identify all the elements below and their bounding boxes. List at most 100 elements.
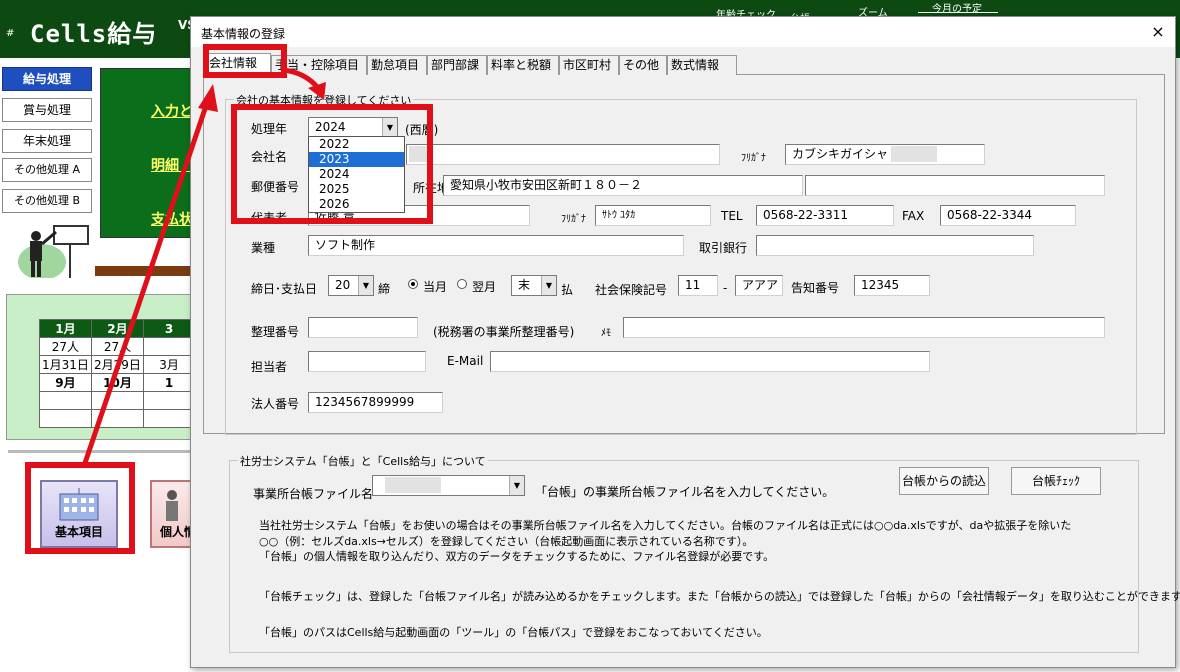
- calendar-cell: [90, 391, 145, 410]
- calendar-cell: [143, 409, 195, 428]
- industry-field[interactable]: ソフト制作: [308, 235, 684, 256]
- rep-furigana-label: ﾌﾘｶﾞﾅ: [561, 214, 586, 225]
- input-link[interactable]: 入力と: [151, 101, 195, 121]
- presenter-illustration-icon: [18, 225, 89, 278]
- calendar-cell: 3月: [143, 355, 195, 374]
- daicho-frame-title: 社労士システム「台帳」と「Cells給与」について: [238, 453, 488, 469]
- tab-rates-tax[interactable]: 料率と税額: [487, 55, 559, 75]
- company-name-field[interactable]: [406, 144, 720, 165]
- bank-label: 取引銀行: [699, 241, 748, 255]
- calendar-cell: [90, 409, 145, 428]
- calendar-cell: 10月: [90, 373, 145, 392]
- pay-label: 払: [561, 283, 574, 297]
- address-value: 愛知県小牧市安田区新町１８０－２: [450, 178, 643, 192]
- calendar-cell: [143, 337, 195, 356]
- address-field[interactable]: 愛知県小牧市安田区新町１８０－２: [443, 175, 803, 196]
- calendar-header-cell: 2月: [90, 319, 145, 338]
- notice-label: 告知番号: [791, 281, 840, 295]
- daicho-note: 「台帳」のパスはCells給与起動画面の「ツール」の「台帳パス」で登録をおこなっ…: [259, 626, 768, 639]
- header-hash: #: [6, 28, 15, 39]
- notice-number-field[interactable]: 12345: [854, 275, 930, 296]
- main-menu-panel: 入力と 明細・集 支払状: [100, 68, 195, 238]
- decorative-bar: [95, 266, 195, 276]
- insurance-code-2-value: アアア: [742, 278, 779, 292]
- houjin-number-value: 1234567899999: [315, 395, 415, 409]
- rep-furigana-value: ｻﾄｳ ﾕﾀｶ: [602, 210, 636, 221]
- company-furigana-field[interactable]: カブシキガイシャ: [785, 144, 985, 165]
- menu-shoyo-button[interactable]: 賞与処理: [2, 98, 92, 122]
- tab-municipality[interactable]: 市区町村: [559, 55, 619, 75]
- person-icon: [166, 490, 178, 521]
- calendar-cell: 27人: [39, 337, 92, 356]
- email-label: E-Mail: [447, 354, 484, 368]
- seiri-note: (税務署の事業所整理番号): [433, 325, 575, 339]
- tab-formula-info[interactable]: 数式情報: [667, 55, 737, 75]
- address-2-field[interactable]: [805, 175, 1105, 196]
- read-from-daicho-button[interactable]: 台帳からの読込: [899, 467, 989, 495]
- chevron-down-icon[interactable]: ▼: [358, 276, 373, 295]
- houjin-number-field[interactable]: 1234567899999: [308, 392, 443, 413]
- chevron-down-icon[interactable]: ▼: [541, 276, 556, 295]
- calendar-cell: 1月31日: [39, 355, 92, 374]
- closing-day-value: 20: [335, 278, 351, 292]
- shiharai-link[interactable]: 支払状: [151, 209, 195, 229]
- app-title: Cells給与: [30, 20, 158, 48]
- calendar-header-cell: 1月: [39, 319, 92, 338]
- menu-other-b-button[interactable]: その他処理 B: [2, 189, 92, 213]
- bank-field[interactable]: [756, 235, 1034, 256]
- tab-department[interactable]: 部門部課: [427, 55, 487, 75]
- email-field[interactable]: [490, 351, 930, 372]
- yokugetsu-radio[interactable]: [457, 279, 467, 289]
- insurance-code-1-field[interactable]: 11: [678, 275, 718, 296]
- calendar-cell: 9月: [39, 373, 92, 392]
- dialog-titlebar: 基本情報の登録 ×: [191, 17, 1175, 47]
- insurance-code-1-value: 11: [685, 278, 701, 292]
- tab-attendance[interactable]: 勤怠項目: [367, 55, 427, 75]
- tanto-field[interactable]: [308, 351, 426, 372]
- insurance-code-2-field[interactable]: アアア: [735, 275, 783, 296]
- tab-other[interactable]: その他: [619, 55, 667, 75]
- closing-day-select[interactable]: 20 ▼: [328, 275, 374, 296]
- daicho-hint: 「台帳」の事業所台帳ファイル名を入力してください。: [535, 485, 835, 499]
- industry-value: ソフト制作: [315, 238, 376, 252]
- tel-value: 0568-22-3311: [763, 208, 849, 222]
- company-furigana-value: カブシキガイシャ: [792, 147, 889, 161]
- chevron-down-icon[interactable]: ▼: [509, 476, 524, 495]
- redacted-block: [891, 146, 937, 162]
- annotation-year-highlight: [231, 104, 433, 224]
- insurance-dash: -: [723, 281, 728, 295]
- tel-label: TEL: [721, 209, 743, 223]
- insurance-label: 社会保険記号: [595, 283, 668, 297]
- seiri-field[interactable]: [308, 317, 418, 338]
- calendar-panel: 1月 2月 3 27人 27人 1月31日 2月29日 3月 9月 10月 1: [6, 294, 196, 440]
- meisai-link[interactable]: 明細・集: [151, 155, 195, 175]
- calendar-header-cell: 3: [143, 319, 195, 338]
- tougetsu-label: 当月: [423, 280, 448, 294]
- fax-field[interactable]: 0568-22-3344: [940, 205, 1076, 226]
- daicho-check-button[interactable]: 台帳ﾁｪｯｸ: [1011, 467, 1101, 495]
- menu-kyuyo-button[interactable]: 給与処理: [2, 67, 92, 91]
- annotation-tab-highlight: [203, 44, 287, 78]
- calendar-table: 1月 2月 3 27人 27人 1月31日 2月29日 3月 9月 10月 1: [39, 319, 195, 428]
- pay-day-select[interactable]: 末 ▼: [511, 275, 557, 296]
- dialog-title: 基本情報の登録: [201, 27, 286, 41]
- calendar-cell: [143, 391, 195, 410]
- industry-label: 業種: [251, 241, 276, 255]
- houjin-label: 法人番号: [251, 397, 300, 411]
- menu-nenmatsu-button[interactable]: 年末処理: [2, 129, 92, 153]
- calendar-cell: 1: [143, 373, 195, 392]
- memo-field[interactable]: [623, 317, 1105, 338]
- tougetsu-radio[interactable]: [408, 279, 418, 289]
- close-icon[interactable]: ×: [1147, 21, 1169, 43]
- redacted-block: [385, 477, 441, 493]
- menu-other-a-button[interactable]: その他処理 A: [2, 158, 92, 182]
- daicho-note: 当社社労士システム「台帳」をお使いの場合はその事業所台帳ファイル名を入力してくだ…: [259, 519, 1072, 532]
- calendar-cell: 27人: [90, 337, 145, 356]
- daicho-note: ○○（例：セルズda.xls→セルズ）を登録してください（台帳起動画面に表示され…: [259, 535, 754, 548]
- tanto-label: 担当者: [251, 360, 288, 374]
- rep-furigana-field[interactable]: ｻﾄｳ ﾕﾀｶ: [595, 205, 711, 226]
- tel-field[interactable]: 0568-22-3311: [756, 205, 894, 226]
- calendar-cell: 2月29日: [90, 355, 145, 374]
- pay-day-value: 末: [518, 278, 531, 292]
- notice-number-value: 12345: [861, 278, 900, 292]
